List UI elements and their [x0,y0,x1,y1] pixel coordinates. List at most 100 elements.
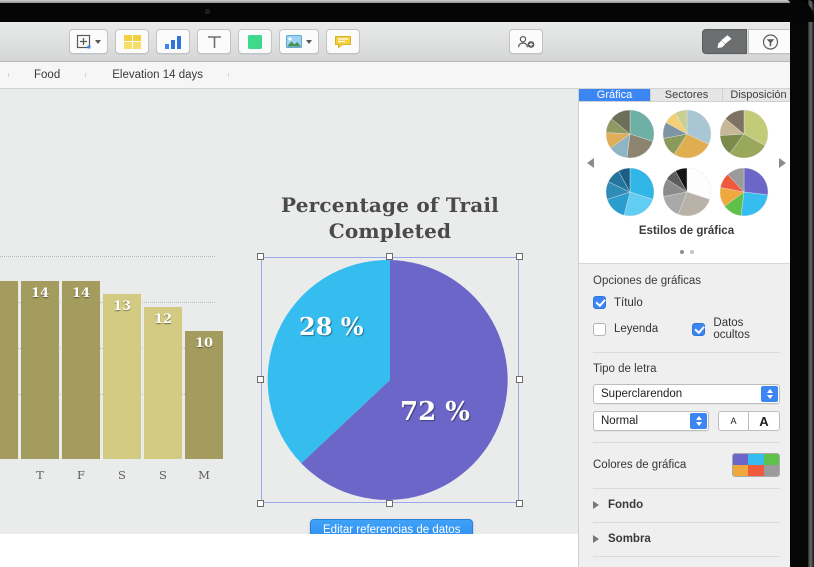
resize-handle-top-center[interactable] [386,253,393,260]
chart-options-label: Opciones de gráficas [593,275,702,287]
chart-colors-swatch-button[interactable] [732,453,780,477]
font-style-select[interactable]: Normal [593,411,709,431]
divider [593,352,780,353]
pie-chart-object[interactable]: 28 % 72 % [257,253,523,507]
resize-handle-top-right[interactable] [516,253,523,260]
chevron-down-icon [306,39,312,44]
font-style-value: Normal [601,415,639,427]
bar-chart-icon [164,35,181,49]
swatch-color-2 [748,454,764,465]
toolbar-collaborate-group [509,29,543,54]
bar-item[interactable]: 10 [185,331,223,459]
datos-ocultos-label: Datos ocultos [713,317,750,341]
resize-handle-middle-right[interactable] [516,376,523,383]
bar-chart[interactable]: 14 14 13 12 10 T F S S M [0,234,223,484]
x-tick-label: S [118,468,126,482]
tab-grafica[interactable]: Gráfica [579,89,651,101]
document-button[interactable] [748,29,793,54]
table-icon [123,34,141,49]
bar-item[interactable]: 14 [62,281,100,459]
chart-style-thumbnail-6[interactable] [718,166,770,218]
comment-button[interactable] [326,29,360,54]
sheet-tab-elevation[interactable]: Elevation 14 days [86,69,229,81]
chart-styles-section: Estilos de gráfica [579,102,794,264]
shape-button[interactable] [238,29,272,54]
text-T-icon [207,35,221,48]
resize-handle-bottom-center[interactable] [386,500,393,507]
styles-page-dots [579,241,794,259]
leyenda-label: Leyenda [614,323,659,335]
option-row-2: Leyenda Datos ocultos [593,317,780,341]
bar-chart-x-axis: T F S S M [0,468,223,482]
format-inspector: Gráfica Sectores Disposición Estilos de … [578,89,794,567]
bar-item[interactable]: 14 [21,281,59,459]
thumbnail-slice [740,191,768,217]
divider [593,556,780,557]
app-toolbar [0,22,794,62]
shadow-disclosure[interactable]: Sombra [593,533,780,545]
resize-handle-top-left[interactable] [257,253,264,260]
bar-value-label: 14 [30,286,50,301]
media-button[interactable] [279,29,319,54]
font-size-buttons: A A [718,411,780,431]
chevron-right-icon [593,501,599,509]
laptop-screenshot: Food Elevation 14 days 14 14 13 12 10 T … [0,0,814,567]
canvas-sheet-bottom [0,534,578,567]
resize-handle-bottom-left[interactable] [257,500,264,507]
document-canvas[interactable]: 14 14 13 12 10 T F S S M Percentage of T… [0,89,578,567]
add-collaborator-button[interactable] [509,29,543,54]
pie-chart-title: Percentage of Trail Completed [281,193,499,244]
swatch-color-4 [733,465,749,476]
background-disclosure[interactable]: Fondo [593,499,780,511]
chart-button[interactable] [156,29,190,54]
decrease-font-size-button[interactable]: A [718,411,749,431]
font-family-select[interactable]: Superclarendon [593,384,780,404]
text-button[interactable] [197,29,231,54]
person-plus-icon [518,35,535,48]
sheet-tab-food[interactable]: Food [8,69,87,81]
webcam-icon [205,9,210,14]
resize-handle-middle-left[interactable] [257,376,264,383]
bar-item[interactable]: 13 [103,294,141,459]
tab-disposicion[interactable]: Disposición [723,89,794,101]
swatch-color-1 [733,454,749,465]
tab-sectores[interactable]: Sectores [651,89,723,101]
swatch-color-3 [763,454,779,465]
font-style-stepper[interactable] [690,413,707,429]
app-body: 14 14 13 12 10 T F S S M Percentage of T… [0,89,794,567]
green-square-icon [248,34,262,49]
chart-style-thumbnail-4[interactable] [604,166,656,218]
table-button[interactable] [115,29,149,54]
leyenda-checkbox[interactable] [593,322,606,336]
background-label: Fondo [608,499,644,511]
chart-colors-row: Colores de gráfica [593,453,780,477]
styles-next-arrow[interactable] [779,158,786,168]
page-dot-1[interactable] [679,250,684,254]
numbers-app-window: Food Elevation 14 days 14 14 13 12 10 T … [0,22,794,567]
option-titulo-row[interactable]: Título [593,296,780,309]
bar-series: 14 14 13 12 10 [0,256,223,459]
document-filter-icon [762,33,779,50]
bar-value-label: 12 [153,312,173,327]
datos-ocultos-checkbox[interactable] [692,322,706,336]
insert-object-button[interactable] [69,29,108,54]
font-family-stepper[interactable] [761,386,778,402]
inspector-tabs: Gráfica Sectores Disposición [579,89,794,102]
x-tick-label: M [198,468,210,482]
bar-item[interactable] [0,281,18,459]
format-button[interactable] [702,29,747,54]
chart-style-thumbnail-5[interactable] [661,166,713,218]
chart-style-thumbnail-2[interactable] [661,108,713,160]
comment-icon [335,36,351,48]
swatch-color-5 [748,465,764,476]
bar-value-label: 14 [71,286,91,301]
page-dot-2[interactable] [689,250,694,254]
styles-prev-arrow[interactable] [587,158,594,168]
resize-handle-bottom-right[interactable] [516,500,523,507]
increase-font-size-button[interactable]: A [749,411,780,431]
bar-item[interactable]: 12 [144,307,182,459]
titulo-checkbox[interactable] [593,296,606,309]
x-tick-label: T [36,468,44,482]
chart-style-thumbnail-3[interactable] [718,108,770,160]
chart-style-thumbnail-1[interactable] [604,108,656,160]
